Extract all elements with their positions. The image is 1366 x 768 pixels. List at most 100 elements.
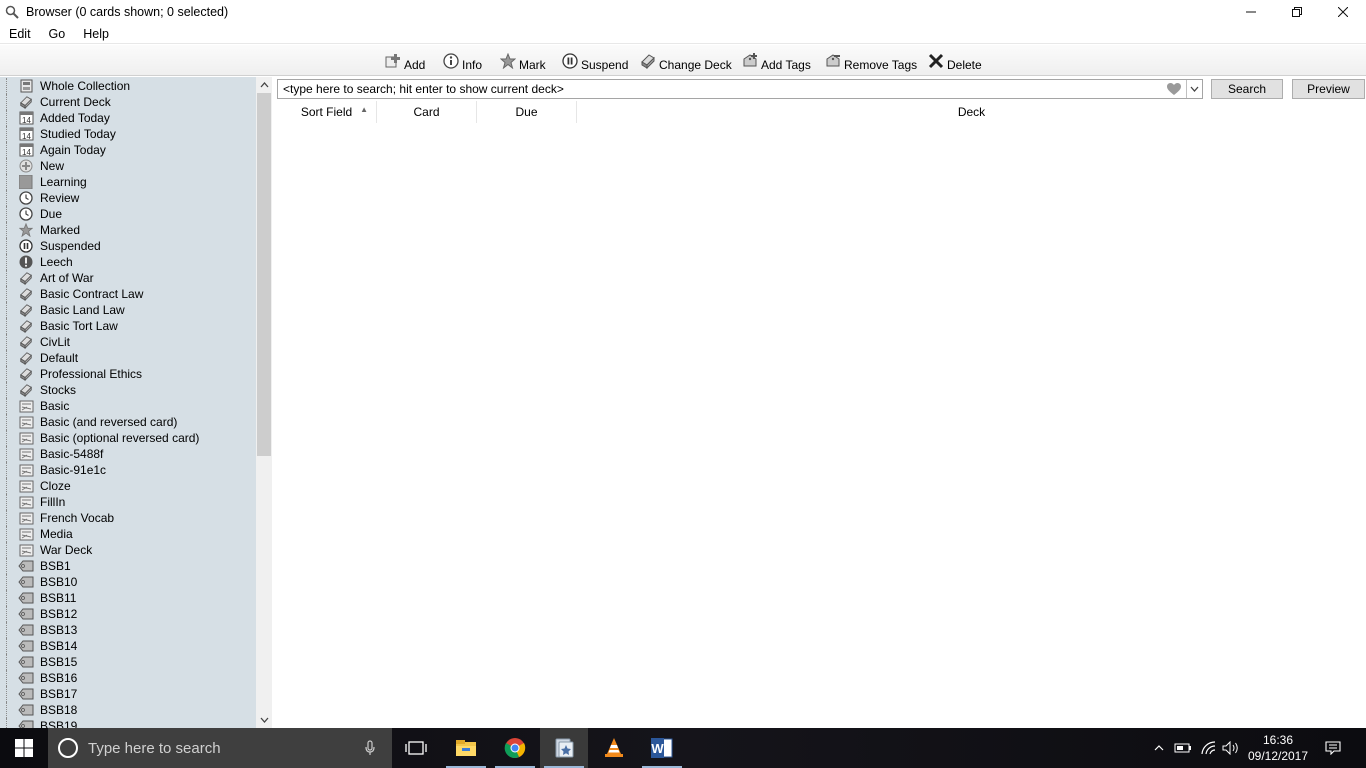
sidebar-item[interactable]: BSB12 xyxy=(0,606,256,622)
sidebar-item[interactable]: CivLit xyxy=(0,334,256,350)
sidebar-item[interactable]: Art of War xyxy=(0,270,256,286)
sidebar-item[interactable]: Basic Land Law xyxy=(0,302,256,318)
start-button[interactable] xyxy=(0,728,48,768)
sidebar-item[interactable]: BSB16 xyxy=(0,670,256,686)
sidebar-item[interactable]: Basic (and reversed card) xyxy=(0,414,256,430)
sidebar-item[interactable]: Stocks xyxy=(0,382,256,398)
sidebar-item[interactable]: BSB1 xyxy=(0,558,256,574)
sidebar-item[interactable]: Cloze xyxy=(0,478,256,494)
scroll-up-icon[interactable] xyxy=(256,77,272,93)
search-button[interactable]: Search xyxy=(1211,79,1283,99)
sidebar-item[interactable]: Whole Collection xyxy=(0,78,256,94)
column-due[interactable]: Due xyxy=(477,101,577,123)
tree-line xyxy=(6,446,18,462)
delete-button[interactable]: Delete xyxy=(928,51,982,73)
sidebar-item[interactable]: War Deck xyxy=(0,542,256,558)
volume-icon[interactable] xyxy=(1220,728,1242,768)
sidebar-item[interactable]: Basic-91e1c xyxy=(0,462,256,478)
wifi-icon[interactable] xyxy=(1198,728,1220,768)
sidebar-item[interactable]: BSB18 xyxy=(0,702,256,718)
menu-help[interactable]: Help xyxy=(74,24,118,44)
menu-edit[interactable]: Edit xyxy=(0,24,40,44)
suspend-button[interactable]: Suspend xyxy=(562,51,628,73)
heart-icon[interactable] xyxy=(1166,81,1182,97)
tree-line xyxy=(6,334,18,350)
menu-go[interactable]: Go xyxy=(40,24,75,44)
sidebar-item[interactable]: Learning xyxy=(0,174,256,190)
search-input[interactable]: <type here to search; hit enter to show … xyxy=(277,79,1203,99)
word-icon[interactable]: W xyxy=(638,728,686,768)
sidebar-item[interactable]: BSB17 xyxy=(0,686,256,702)
scrollbar-thumb[interactable] xyxy=(257,93,271,456)
deck-icon xyxy=(18,95,34,109)
sidebar-item[interactable]: 14 Studied Today xyxy=(0,126,256,142)
battery-icon[interactable] xyxy=(1172,728,1194,768)
sidebar-item[interactable]: BSB19 xyxy=(0,718,256,728)
add-tags-button[interactable]: Add Tags xyxy=(742,51,811,73)
sidebar-item[interactable]: FillIn xyxy=(0,494,256,510)
sidebar-item[interactable]: Default xyxy=(0,350,256,366)
sidebar-item[interactable]: Current Deck xyxy=(0,94,256,110)
sidebar-item[interactable]: Leech xyxy=(0,254,256,270)
minimize-button[interactable] xyxy=(1228,0,1274,24)
scroll-down-icon[interactable] xyxy=(256,712,272,728)
tree-line xyxy=(6,142,18,158)
chevron-down-icon[interactable] xyxy=(1186,80,1202,98)
sidebar: Whole Collection Current Deck 14 Added Toda… xyxy=(0,77,272,728)
sidebar-item[interactable]: Marked xyxy=(0,222,256,238)
card-list[interactable] xyxy=(277,123,1366,728)
sidebar-item[interactable]: Basic Contract Law xyxy=(0,286,256,302)
sidebar-scrollbar[interactable] xyxy=(256,77,272,728)
change-deck-button[interactable]: Change Deck xyxy=(640,51,732,73)
chrome-icon[interactable] xyxy=(491,728,539,768)
sidebar-item[interactable]: BSB11 xyxy=(0,590,256,606)
tag-icon xyxy=(18,719,34,728)
sidebar-item[interactable]: 14 Again Today xyxy=(0,142,256,158)
sort-ascending-icon: ▲ xyxy=(360,105,368,114)
sidebar-item[interactable]: Media xyxy=(0,526,256,542)
mark-button[interactable]: Mark xyxy=(500,51,546,73)
sidebar-item[interactable]: Review xyxy=(0,190,256,206)
tree-line xyxy=(6,110,18,126)
windows-logo-icon xyxy=(15,739,33,757)
file-explorer-icon[interactable] xyxy=(442,728,490,768)
sidebar-item[interactable]: New xyxy=(0,158,256,174)
column-deck[interactable]: Deck xyxy=(577,101,1366,123)
show-hidden-icons-icon[interactable] xyxy=(1150,728,1168,768)
column-sort-field[interactable]: Sort Field ▲ xyxy=(277,101,377,123)
sidebar-item[interactable]: Basic Tort Law xyxy=(0,318,256,334)
sidebar-item[interactable]: French Vocab xyxy=(0,510,256,526)
vlc-icon[interactable] xyxy=(590,728,638,768)
taskbar-search[interactable]: Type here to search xyxy=(48,728,392,768)
tree-line xyxy=(6,542,18,558)
tree-line xyxy=(6,398,18,414)
preview-button[interactable]: Preview xyxy=(1292,79,1365,99)
sidebar-item[interactable]: Professional Ethics xyxy=(0,366,256,382)
sidebar-item[interactable]: Basic xyxy=(0,398,256,414)
clock[interactable]: 16:36 09/12/2017 xyxy=(1240,732,1316,764)
tree-line xyxy=(6,510,18,526)
sidebar-item[interactable]: BSB15 xyxy=(0,654,256,670)
restore-button[interactable] xyxy=(1274,0,1320,24)
sidebar-item[interactable]: Basic (optional reversed card) xyxy=(0,430,256,446)
tree-line xyxy=(6,126,18,142)
remove-tags-button[interactable]: Remove Tags xyxy=(825,51,917,73)
sidebar-item[interactable]: BSB10 xyxy=(0,574,256,590)
sidebar-item[interactable]: BSB14 xyxy=(0,638,256,654)
column-card[interactable]: Card xyxy=(377,101,477,123)
close-button[interactable] xyxy=(1320,0,1366,24)
add-button[interactable]: Add xyxy=(385,51,425,73)
sidebar-item-label: French Vocab xyxy=(40,511,115,525)
sidebar-item[interactable]: Suspended xyxy=(0,238,256,254)
sidebar-item[interactable]: 14 Added Today xyxy=(0,110,256,126)
task-view-icon[interactable] xyxy=(392,728,440,768)
notifications-icon[interactable] xyxy=(1320,728,1346,768)
microphone-icon[interactable] xyxy=(358,740,382,756)
info-button[interactable]: Info xyxy=(443,51,482,73)
sidebar-item[interactable]: BSB13 xyxy=(0,622,256,638)
sidebar-item[interactable]: Due xyxy=(0,206,256,222)
anki-icon[interactable] xyxy=(540,728,588,768)
notetype-icon xyxy=(18,399,34,413)
sidebar-item[interactable]: Basic-5488f xyxy=(0,446,256,462)
sidebar-item-label: BSB12 xyxy=(40,607,78,621)
